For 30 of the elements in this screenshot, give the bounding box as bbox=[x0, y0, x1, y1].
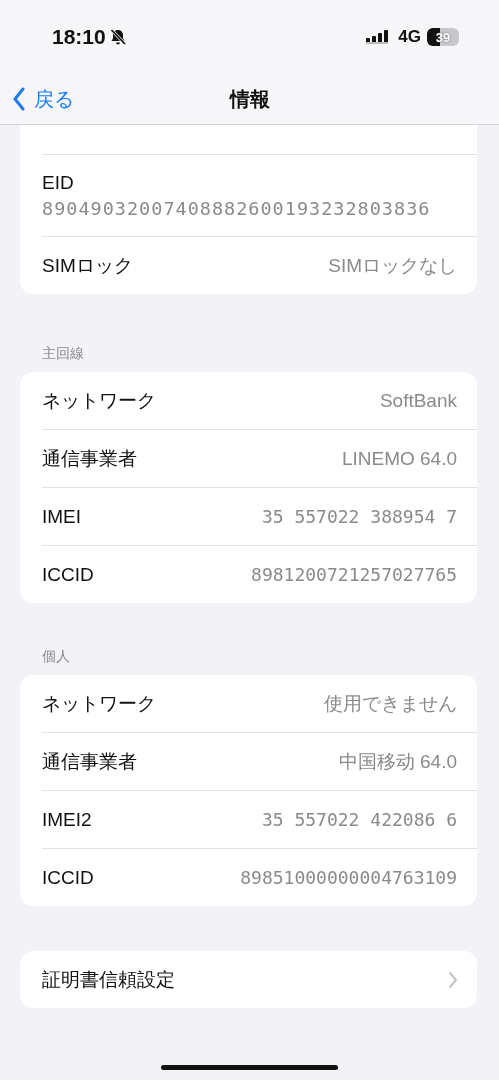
row-value: 8981200721257027765 bbox=[251, 564, 457, 585]
row-label: SIMロック bbox=[42, 253, 133, 278]
row-value: 使用できません bbox=[324, 691, 457, 716]
back-button[interactable]: 戻る bbox=[0, 85, 74, 113]
row-label: ネットワーク bbox=[42, 691, 156, 716]
page-title: 情報 bbox=[229, 86, 270, 112]
row-value: 中国移动 64.0 bbox=[338, 749, 457, 774]
network-type: 4G bbox=[398, 27, 421, 47]
row-value: SIMロックなし bbox=[328, 253, 457, 278]
row-value: 89049032007408882600193232803836 bbox=[42, 198, 431, 219]
section-header: 主回線 bbox=[41, 345, 85, 363]
row-label: EID bbox=[42, 172, 74, 194]
row-label: IMEI2 bbox=[42, 808, 92, 831]
chevron-left-icon bbox=[12, 87, 26, 111]
row-label: ネットワーク bbox=[42, 388, 156, 413]
row-label: 通信事業者 bbox=[42, 749, 137, 774]
row-value: LINEMO 64.0 bbox=[341, 447, 457, 470]
row-value: 89851000000004763109 bbox=[240, 867, 457, 888]
chevron-right-icon bbox=[449, 971, 457, 988]
clock-time: 18:10 bbox=[52, 25, 106, 49]
row-value: 35 557022 388954 7 bbox=[261, 506, 457, 527]
row-label: 通信事業者 bbox=[42, 446, 137, 471]
row-label: ICCID bbox=[42, 563, 94, 586]
settings-row[interactable]: 証明書信頼設定 bbox=[42, 951, 477, 1008]
row-value: 35 557022 422086 6 bbox=[261, 809, 457, 830]
row-label: 証明書信頼設定 bbox=[42, 967, 175, 992]
row-value: SoftBank bbox=[379, 389, 457, 412]
section-header: 個人 bbox=[41, 648, 71, 666]
row-label: ICCID bbox=[42, 866, 94, 889]
row-label: IMEI bbox=[42, 505, 82, 528]
